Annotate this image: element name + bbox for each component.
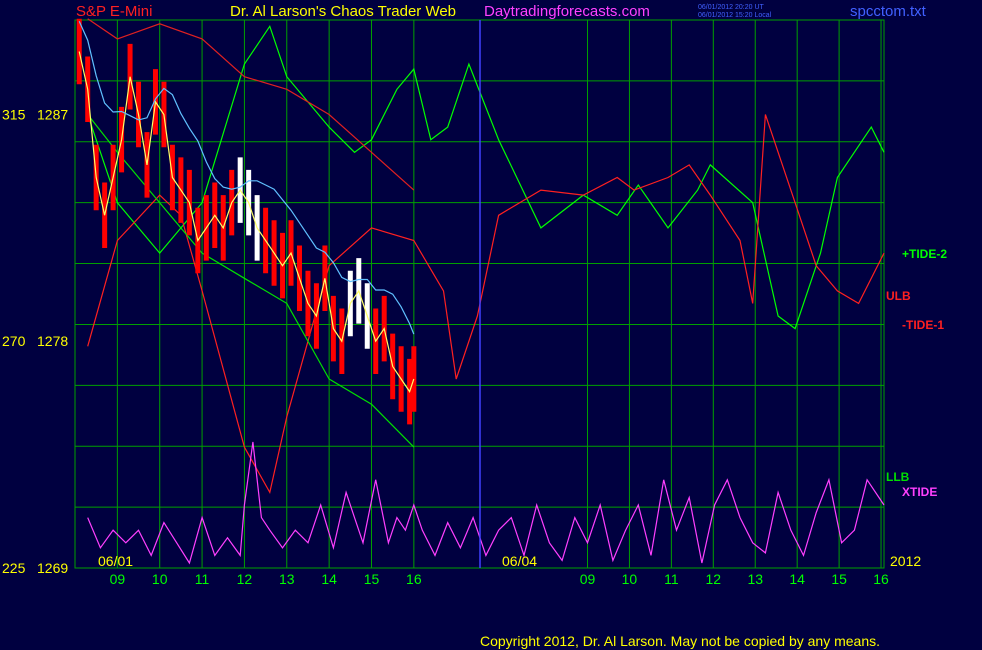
copyright-notice: Copyright 2012, Dr. Al Larson. May not b… <box>480 633 880 649</box>
x-tick-label: 10 <box>622 571 638 587</box>
timestamp-local: 06/01/2012 15:20 Local <box>698 12 772 19</box>
timestamp-ut: 06/01/2012 20:20 UT <box>698 4 764 11</box>
x-tick-label: 14 <box>789 571 805 587</box>
x-tick-label: 11 <box>664 571 679 587</box>
x-tick-label: 15 <box>364 571 380 587</box>
year-label: 2012 <box>890 553 921 569</box>
website-label: Daytradingforecasts.com <box>484 3 650 20</box>
x-tick-label: 15 <box>831 571 847 587</box>
legend-tide-plus: +TIDE-2 <box>902 247 947 261</box>
date-label-0601: 06/01 <box>98 553 133 569</box>
x-tick-label: 16 <box>406 571 422 587</box>
legend-ulb: ULB <box>886 289 911 303</box>
y-tick-label-right: 1287 <box>37 106 68 122</box>
chart-background <box>0 0 982 650</box>
y-tick-label-left: 225 <box>2 560 26 576</box>
x-tick-label: 12 <box>237 571 253 587</box>
legend-tide-minus: -TIDE-1 <box>902 318 944 332</box>
x-tick-label: 10 <box>152 571 168 587</box>
chart-title: Dr. Al Larson's Chaos Trader Web <box>230 3 456 20</box>
x-tick-label: 09 <box>580 571 596 587</box>
instrument-title: S&P E-Mini <box>76 3 152 20</box>
legend-xtide: XTIDE <box>902 485 937 499</box>
x-tick-label: 13 <box>279 571 295 587</box>
y-tick-label-right: 1269 <box>37 560 68 576</box>
x-tick-label: 09 <box>110 571 126 587</box>
legend-llb: LLB <box>886 470 910 484</box>
data-file-label: spcctom.txt <box>850 3 927 20</box>
x-tick-label: 12 <box>706 571 722 587</box>
y-tick-label-right: 1278 <box>37 333 68 349</box>
chaos-trader-chart: S&P E-Mini Dr. Al Larson's Chaos Trader … <box>0 0 982 650</box>
x-tick-label: 13 <box>747 571 763 587</box>
x-tick-label: 16 <box>873 571 889 587</box>
y-tick-label-left: 315 <box>2 106 26 122</box>
y-tick-label-left: 270 <box>2 333 26 349</box>
x-tick-label: 11 <box>195 571 210 587</box>
date-label-0604: 06/04 <box>502 553 537 569</box>
x-tick-label: 14 <box>321 571 337 587</box>
